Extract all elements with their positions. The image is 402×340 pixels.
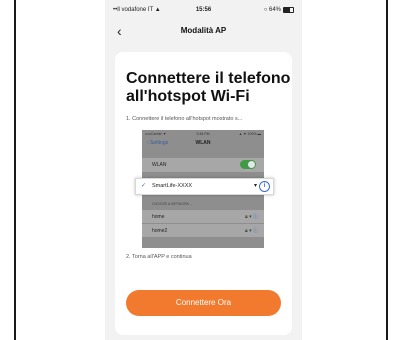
network-name: home2: [152, 228, 168, 234]
battery-status: ○ 64%: [264, 7, 294, 13]
network-name: home: [152, 214, 165, 220]
illustration-status-bar: •••••Carrier ▼ 3:48 PM ▲ ▼ 100% ▬: [145, 132, 261, 136]
illustration-network-row: home2 🔒︎ ▾ ⓘ: [142, 224, 264, 237]
nav-bar: ‹ Modalità AP: [105, 22, 302, 42]
step-2-text: 2. Torna all'APP e continua: [126, 254, 192, 260]
info-icon: ⓘ: [252, 228, 258, 234]
illustration-wlan-row: WLAN: [142, 158, 264, 172]
battery-icon: [283, 7, 294, 13]
selected-network-popup: ✓ SmartLife-XXXX ▾ i: [135, 178, 274, 195]
status-bar: ••ll vodafone IT ▲ 15:56 ○ 64%: [105, 4, 302, 18]
phone-screen: ••ll vodafone IT ▲ 15:56 ○ 64% ‹ Modalit…: [105, 0, 302, 340]
illustration-section-label: CHOOSE A NETWORK...: [152, 202, 192, 206]
wifi-icon: ▾: [249, 228, 252, 234]
checkmark-icon: ✓: [141, 183, 147, 189]
toggle-icon: [240, 160, 256, 169]
lock-icon: 🔒︎: [245, 214, 248, 220]
right-frame-border: [386, 0, 388, 340]
illustration-wlan-label: WLAN: [152, 162, 167, 168]
connect-now-button[interactable]: Connettere Ora: [126, 290, 281, 316]
network-icons: 🔒︎ ▾ ⓘ: [245, 213, 258, 220]
illustration-battery: ▲ ▼ 100% ▬: [238, 132, 261, 136]
info-icon: ⓘ: [252, 214, 258, 220]
network-icons: 🔒︎ ▾ ⓘ: [245, 227, 258, 234]
wifi-icon: ▾: [253, 183, 257, 189]
step-1-text: 1. Connettere il telefono all'hotspot mo…: [126, 116, 243, 122]
illustration-title: WLAN: [195, 140, 211, 146]
card-title: Connettere il telefono all'hotspot Wi-Fi: [126, 70, 291, 105]
info-icon: i: [259, 181, 270, 192]
page-title: Modalità AP: [180, 26, 227, 35]
illustration-network-row: home 🔒︎ ▾ ⓘ: [142, 210, 264, 223]
illustration-nav: ‹ Settings WLAN: [145, 140, 261, 150]
left-frame-border: [14, 0, 16, 340]
wifi-icon: ▾: [249, 214, 252, 220]
battery-percentage: ○ 64%: [263, 7, 281, 13]
instruction-card: Connettere il telefono all'hotspot Wi-Fi…: [115, 52, 292, 335]
selected-ssid: SmartLife-XXXX: [152, 183, 193, 189]
lock-icon: 🔒︎: [245, 228, 248, 234]
